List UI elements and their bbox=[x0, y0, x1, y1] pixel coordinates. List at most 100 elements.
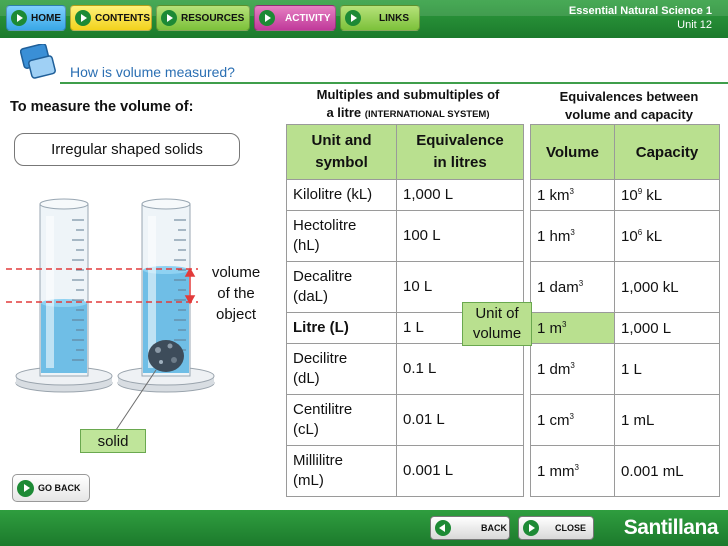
header-equivalence: Equivalence in litres bbox=[396, 124, 524, 180]
volume-cell: 1 cm3 bbox=[530, 394, 615, 446]
capacity-cell: 1,000 kL bbox=[614, 261, 720, 313]
play-arrow-icon bbox=[161, 10, 177, 26]
play-arrow-icon bbox=[523, 520, 539, 536]
volume-text: 1 dam bbox=[537, 278, 579, 296]
capacity-cell: 106 kL bbox=[614, 210, 720, 262]
exponent: 3 bbox=[569, 186, 574, 196]
go-back-button[interactable]: GO BACK bbox=[12, 474, 90, 502]
exponent: 3 bbox=[562, 319, 567, 329]
home-button-label: HOME bbox=[31, 12, 61, 24]
table2-title-line2: volume and capacity bbox=[565, 107, 693, 122]
unit-cell: Hectolitre (hL) bbox=[286, 210, 397, 262]
object-type-pill: Irregular shaped solids bbox=[14, 133, 240, 166]
capacity-text: 10 bbox=[621, 186, 638, 204]
equiv-cell: 100 L bbox=[396, 210, 524, 262]
resources-button-label: RESOURCES bbox=[181, 12, 245, 24]
screen-window-icon bbox=[20, 44, 56, 79]
graduated-cylinders-illustration bbox=[6, 198, 215, 431]
exponent: 3 bbox=[574, 462, 579, 472]
table-header-row: Volume Capacity bbox=[530, 124, 720, 180]
unit-text: Millilitre bbox=[293, 452, 343, 469]
volume-capacity-table: Volume Capacity 1 km3 109 kL 1 hm3 106 k… bbox=[530, 124, 720, 497]
equiv-cell: 1,000 L bbox=[396, 179, 524, 211]
volume-text: 1 hm bbox=[537, 227, 571, 245]
equiv-cell: 0.01 L bbox=[396, 394, 524, 446]
unit-label: Unit 12 bbox=[677, 19, 712, 31]
links-button[interactable]: LINKS bbox=[340, 5, 420, 31]
activity-button-label: ACTIVITY bbox=[285, 12, 331, 24]
volume-cell: 1 mm3 bbox=[530, 445, 615, 497]
table1-title-line2: a litre (INTERNATIONAL SYSTEM) bbox=[286, 104, 530, 124]
capacity-cell: 109 kL bbox=[614, 179, 720, 211]
table-row: 1 cm3 1 mL bbox=[530, 394, 720, 446]
table-row: 1 hm3 106 kL bbox=[530, 210, 720, 262]
capacity-cell: 1 mL bbox=[614, 394, 720, 446]
screen: HOME CONTENTS RESOURCES ACTIVITY LINKS E… bbox=[0, 0, 728, 546]
solid-rock bbox=[148, 340, 184, 372]
links-button-label: LINKS bbox=[379, 12, 409, 24]
table-row: Kilolitre (kL) 1,000 L bbox=[286, 179, 524, 211]
play-arrow-icon bbox=[17, 479, 34, 497]
exponent: 3 bbox=[578, 278, 584, 288]
table-header-row: Unit and symbol Equivalence in litres bbox=[286, 124, 524, 180]
callout-line2: volume bbox=[472, 325, 522, 342]
play-arrow-icon bbox=[11, 10, 27, 26]
header-text: Unit and bbox=[311, 132, 372, 149]
volume-cell: 1 dm3 bbox=[530, 343, 615, 395]
capacity-text: 10 bbox=[621, 227, 638, 245]
table1-title-note: (INTERNATIONAL SYSTEM) bbox=[364, 109, 490, 120]
unit-of-volume-callout: Unit of volume bbox=[462, 302, 532, 346]
table-row: 1 km3 109 kL bbox=[530, 179, 720, 211]
header-text: in litres bbox=[433, 154, 487, 171]
unit-cell: Decilitre (dL) bbox=[286, 343, 397, 395]
go-back-label: GO BACK bbox=[38, 483, 81, 493]
table-row: Hectolitre (hL) 100 L bbox=[286, 210, 524, 262]
back-button[interactable]: BACK bbox=[430, 516, 510, 540]
table-row: Decilitre (dL) 0.1 L bbox=[286, 343, 524, 395]
table-row: 1 mm3 0.001 mL bbox=[530, 445, 720, 497]
unit-cell: Litre (L) bbox=[286, 312, 397, 344]
unit-cell: Millilitre (mL) bbox=[286, 445, 397, 497]
back-button-label: BACK bbox=[481, 523, 507, 533]
close-button[interactable]: CLOSE bbox=[518, 516, 594, 540]
equiv-cell: 0.1 L bbox=[396, 343, 524, 395]
home-button[interactable]: HOME bbox=[6, 5, 66, 31]
table-row: Centilitre (cL) 0.01 L bbox=[286, 394, 524, 446]
volume-cell-highlighted: 1 m3 bbox=[530, 312, 615, 344]
title-divider bbox=[60, 82, 728, 84]
resources-button[interactable]: RESOURCES bbox=[156, 5, 250, 31]
play-arrow-icon bbox=[75, 10, 91, 26]
table1-title: Multiples and submultiples of a litre (I… bbox=[286, 86, 530, 124]
activity-button[interactable]: ACTIVITY bbox=[254, 5, 336, 31]
capacity-cell: 1,000 L bbox=[614, 312, 720, 344]
unit-text: (mL) bbox=[293, 472, 324, 489]
exponent: 3 bbox=[570, 227, 575, 237]
unit-text: (hL) bbox=[293, 237, 320, 254]
header-unit-symbol: Unit and symbol bbox=[286, 124, 397, 180]
capacity-unit: kL bbox=[642, 186, 663, 204]
unit-text: Centilitre bbox=[293, 401, 353, 418]
unit-text: Decalitre bbox=[293, 268, 353, 285]
table2-title: Equivalences between volume and capacity bbox=[534, 88, 724, 124]
volume-text: 1 dm bbox=[537, 360, 571, 378]
equiv-cell: 0.001 L bbox=[396, 445, 524, 497]
capacity-cell: 0.001 mL bbox=[614, 445, 720, 497]
capacity-cell: 1 L bbox=[614, 343, 720, 395]
volume-of-object-label: volume of the object bbox=[203, 262, 269, 325]
contents-button-label: CONTENTS bbox=[95, 12, 150, 24]
table1-title-line1: Multiples and submultiples of bbox=[316, 87, 500, 102]
solid-label: solid bbox=[80, 429, 146, 453]
header-text: Equivalence bbox=[416, 132, 504, 149]
play-arrow-icon bbox=[345, 10, 361, 26]
table-row: Millilitre (mL) 0.001 L bbox=[286, 445, 524, 497]
exponent: 3 bbox=[570, 360, 575, 370]
page-title: How is volume measured? bbox=[70, 64, 235, 80]
unit-cell: Decalitre (daL) bbox=[286, 261, 397, 313]
cylinder-without-solid bbox=[15, 198, 113, 393]
unit-text: (cL) bbox=[293, 421, 319, 438]
volume-cell: 1 dam3 bbox=[530, 261, 615, 313]
contents-button[interactable]: CONTENTS bbox=[70, 5, 152, 31]
exponent: 3 bbox=[569, 411, 574, 421]
volume-label-line2: of the bbox=[217, 285, 255, 302]
volume-text: 1 cm bbox=[537, 411, 570, 429]
